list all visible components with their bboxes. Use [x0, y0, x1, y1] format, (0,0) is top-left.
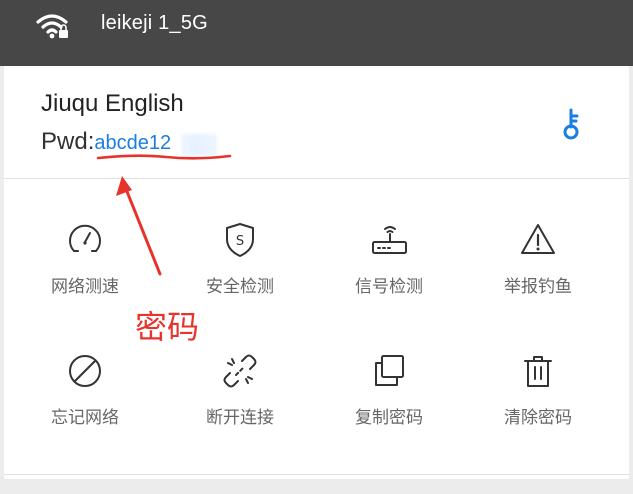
trash-icon — [524, 356, 552, 387]
action-label: 信号检测 — [355, 277, 423, 297]
disconnect-icon — [223, 354, 257, 388]
header-divider — [4, 178, 629, 179]
router-icon — [372, 226, 407, 254]
action-clear-password[interactable]: 清除密码 — [483, 351, 593, 428]
action-copy-password[interactable]: 复制密码 — [334, 351, 444, 428]
action-label: 忘记网络 — [51, 408, 119, 428]
speedometer-icon — [69, 224, 101, 252]
action-label: 安全检测 — [206, 277, 274, 297]
action-label: 断开连接 — [206, 408, 274, 428]
status-bar: leikeji 1_5G — [0, 0, 633, 66]
wifi-locked-icon — [36, 14, 68, 39]
warning-icon — [521, 224, 555, 254]
action-label: 复制密码 — [355, 408, 423, 428]
forget-icon — [69, 355, 101, 387]
action-security-check[interactable]: S 安全检测 — [185, 220, 295, 297]
annotation-arrow — [116, 176, 162, 276]
annotation-label: 密码 — [135, 308, 200, 346]
action-forget-network[interactable]: 忘记网络 — [30, 351, 140, 428]
copy-icon — [375, 355, 404, 386]
action-disconnect[interactable]: 断开连接 — [185, 351, 295, 428]
key-icon[interactable] — [561, 108, 581, 140]
network-ssid: leikeji 1_5G — [101, 12, 208, 34]
password-label: Pwd: — [41, 128, 95, 155]
action-label: 清除密码 — [504, 408, 572, 428]
annotation-underline — [96, 154, 232, 160]
network-name: Jiuqu English — [41, 90, 184, 117]
action-report-phishing[interactable]: 举报钓鱼 — [483, 220, 593, 297]
action-signal-check[interactable]: 信号检测 — [334, 220, 444, 297]
footer-divider — [4, 474, 629, 475]
shield-icon: S — [226, 223, 254, 257]
action-label: 举报钓鱼 — [504, 277, 572, 297]
svg-text:S: S — [236, 234, 244, 249]
network-detail-card: Jiuqu English Pwd:abcde12 网络测速 S 安全检测 信号… — [4, 66, 629, 479]
